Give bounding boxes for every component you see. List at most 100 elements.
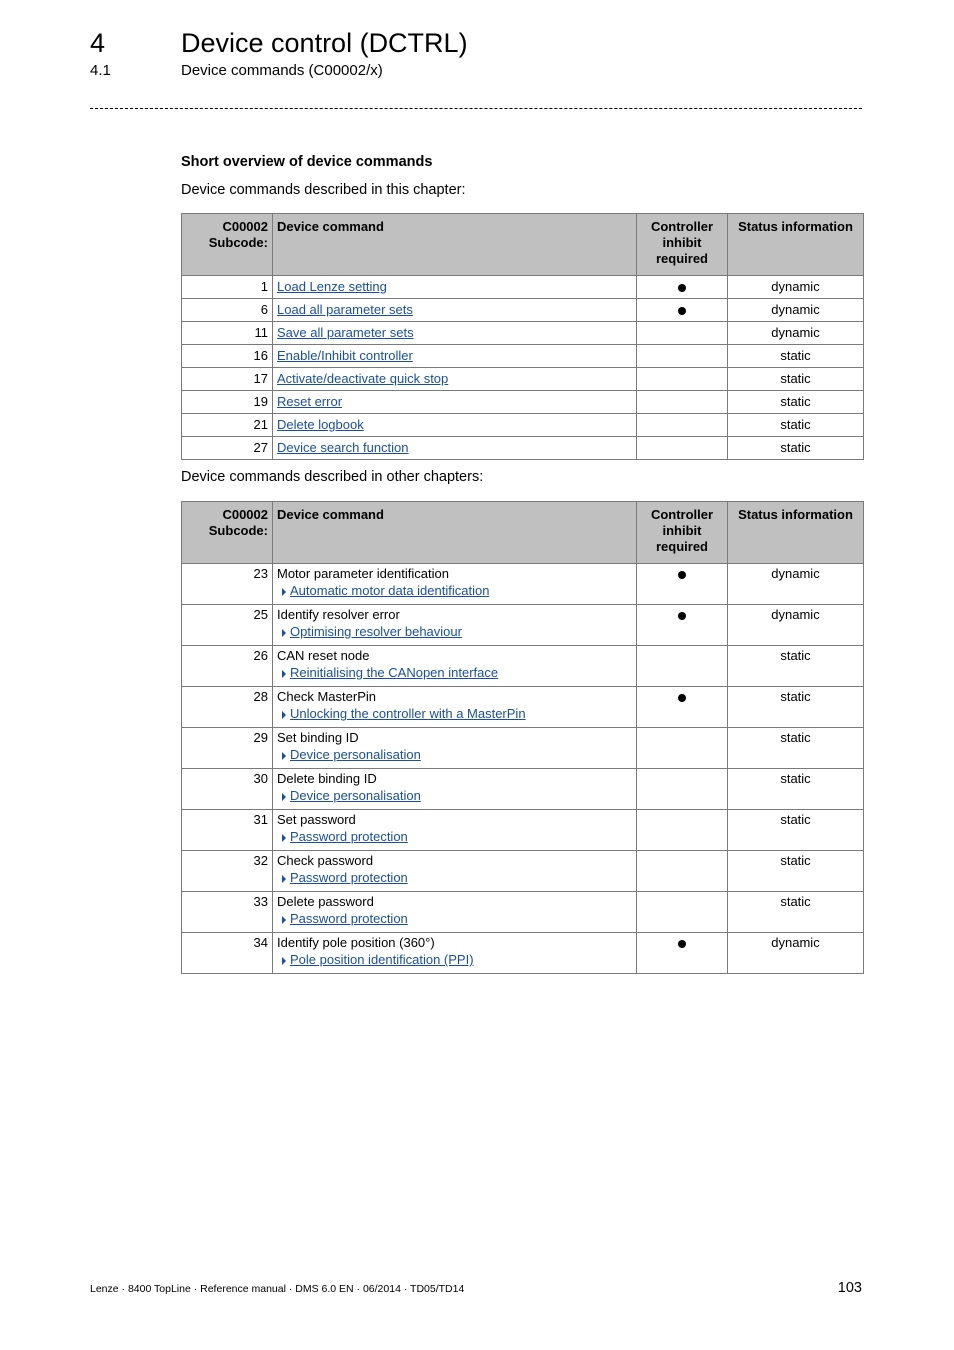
- table-row: 32 Check password Password protection stati…: [181, 850, 864, 892]
- reference-line: Reinitialising the CANopen interface: [277, 664, 632, 681]
- table-row: 17 Activate/deactivate quick stop static: [181, 367, 864, 391]
- command-link[interactable]: Load all parameter sets: [277, 302, 413, 317]
- reference-link[interactable]: Password protection: [290, 870, 408, 885]
- command-cell: Delete logbook: [272, 413, 637, 437]
- command-link[interactable]: Reset error: [277, 394, 342, 409]
- reference-link[interactable]: Pole position identification (PPI): [290, 952, 474, 967]
- command-cell: Delete binding ID Device personalisation: [272, 768, 637, 810]
- inhibit-cell: [636, 686, 728, 728]
- status-cell: dynamic: [727, 275, 864, 299]
- table-row: 28 Check MasterPin Unlocking the controlle…: [181, 686, 864, 728]
- inhibit-cell: [636, 768, 728, 810]
- status-cell: static: [727, 390, 864, 414]
- command-link[interactable]: Enable/Inhibit controller: [277, 348, 413, 363]
- subcode-cell: 31: [181, 809, 273, 851]
- inhibit-cell: [636, 436, 728, 460]
- table-row: 6 Load all parameter sets dynamic: [181, 298, 864, 322]
- inhibit-cell: [636, 298, 728, 322]
- reference-line: Device personalisation: [277, 787, 632, 804]
- intro-other-chapters: Device commands described in other chapt…: [181, 469, 484, 485]
- status-cell: dynamic: [727, 604, 864, 646]
- subcode-cell: 17: [181, 367, 273, 391]
- command-link[interactable]: Delete logbook: [277, 417, 364, 432]
- command-cell: Set binding ID Device personalisation: [272, 727, 637, 769]
- reference-link[interactable]: Password protection: [290, 829, 408, 844]
- arrow-right-icon: [282, 710, 286, 719]
- inhibit-cell: [636, 809, 728, 851]
- command-cell: Check MasterPin Unlocking the controller …: [272, 686, 637, 728]
- reference-line: Optimising resolver behaviour: [277, 623, 632, 640]
- reference-link[interactable]: Unlocking the controller with a MasterPi…: [290, 706, 526, 721]
- inhibit-cell: [636, 390, 728, 414]
- section-title: Device commands (C00002/x): [181, 62, 383, 79]
- bullet-icon: [678, 570, 686, 579]
- command-link[interactable]: Device search function: [277, 440, 409, 455]
- arrow-right-icon: [282, 792, 286, 801]
- inhibit-cell: [636, 932, 728, 974]
- section-heading: Short overview of device commands: [181, 154, 433, 170]
- status-cell: static: [727, 809, 864, 851]
- command-cell: Device search function: [272, 436, 637, 460]
- bullet-icon: [678, 306, 686, 315]
- status-cell: static: [727, 686, 864, 728]
- reference-link[interactable]: Password protection: [290, 911, 408, 926]
- command-label: Check MasterPin: [277, 689, 376, 704]
- table-row: 26 CAN reset node Reinitialising the CANop…: [181, 645, 864, 687]
- status-cell: static: [727, 367, 864, 391]
- subcode-cell: 11: [181, 321, 273, 345]
- chapter-number: 4: [90, 28, 106, 58]
- subcode-cell: 34: [181, 932, 273, 974]
- arrow-right-icon: [282, 628, 286, 637]
- status-cell: static: [727, 645, 864, 687]
- commands-table-other-chapters: C00002 Subcode: Device command Controller…: [181, 501, 864, 974]
- section-number: 4.1: [90, 62, 111, 79]
- inhibit-cell: [636, 727, 728, 769]
- subcode-cell: 25: [181, 604, 273, 646]
- intro-this-chapter: Device commands described in this chapte…: [181, 182, 466, 198]
- inhibit-cell: [636, 321, 728, 345]
- command-link[interactable]: Save all parameter sets: [277, 325, 414, 340]
- header-subcode: C00002 Subcode:: [181, 213, 273, 276]
- command-cell: CAN reset node Reinitialising the CANopen…: [272, 645, 637, 687]
- command-cell: Delete password Password protection: [272, 891, 637, 933]
- command-cell: Identify pole position (360°) Pole positi…: [272, 932, 637, 974]
- reference-link[interactable]: Automatic motor data identification: [290, 583, 489, 598]
- command-cell: Check password Password protection: [272, 850, 637, 892]
- page-number: 103: [837, 1280, 862, 1296]
- table-row: 31 Set password Password protection static: [181, 809, 864, 851]
- table-row: 1 Load Lenze setting dynamic: [181, 275, 864, 299]
- status-cell: static: [727, 850, 864, 892]
- command-label: Delete password: [277, 894, 374, 909]
- command-link[interactable]: Load Lenze setting: [277, 279, 387, 294]
- command-cell: Enable/Inhibit controller: [272, 344, 637, 368]
- inhibit-cell: [636, 275, 728, 299]
- command-label: Delete binding ID: [277, 771, 377, 786]
- command-link[interactable]: Activate/deactivate quick stop: [277, 371, 448, 386]
- reference-line: Unlocking the controller with a MasterPi…: [277, 705, 632, 722]
- reference-line: Automatic motor data identification: [277, 582, 632, 599]
- subcode-cell: 16: [181, 344, 273, 368]
- header-status: Status information: [727, 213, 864, 276]
- reference-link[interactable]: Device personalisation: [290, 788, 421, 803]
- reference-link[interactable]: Reinitialising the CANopen interface: [290, 665, 498, 680]
- subcode-cell: 19: [181, 390, 273, 414]
- bullet-icon: [678, 283, 686, 292]
- reference-link[interactable]: Optimising resolver behaviour: [290, 624, 462, 639]
- inhibit-cell: [636, 891, 728, 933]
- arrow-right-icon: [282, 587, 286, 596]
- table-row: 16 Enable/Inhibit controller static: [181, 344, 864, 368]
- reference-line: Device personalisation: [277, 746, 632, 763]
- header-status: Status information: [727, 501, 864, 564]
- status-cell: static: [727, 344, 864, 368]
- bullet-icon: [678, 611, 686, 620]
- arrow-right-icon: [282, 669, 286, 678]
- reference-line: Password protection: [277, 869, 632, 886]
- footer-text: Lenze · 8400 TopLine · Reference manual …: [90, 1283, 465, 1295]
- command-cell: Reset error: [272, 390, 637, 414]
- header-command: Device command: [272, 213, 637, 276]
- reference-link[interactable]: Device personalisation: [290, 747, 421, 762]
- subcode-cell: 23: [181, 563, 273, 605]
- command-cell: Save all parameter sets: [272, 321, 637, 345]
- header-command: Device command: [272, 501, 637, 564]
- command-cell: Load all parameter sets: [272, 298, 637, 322]
